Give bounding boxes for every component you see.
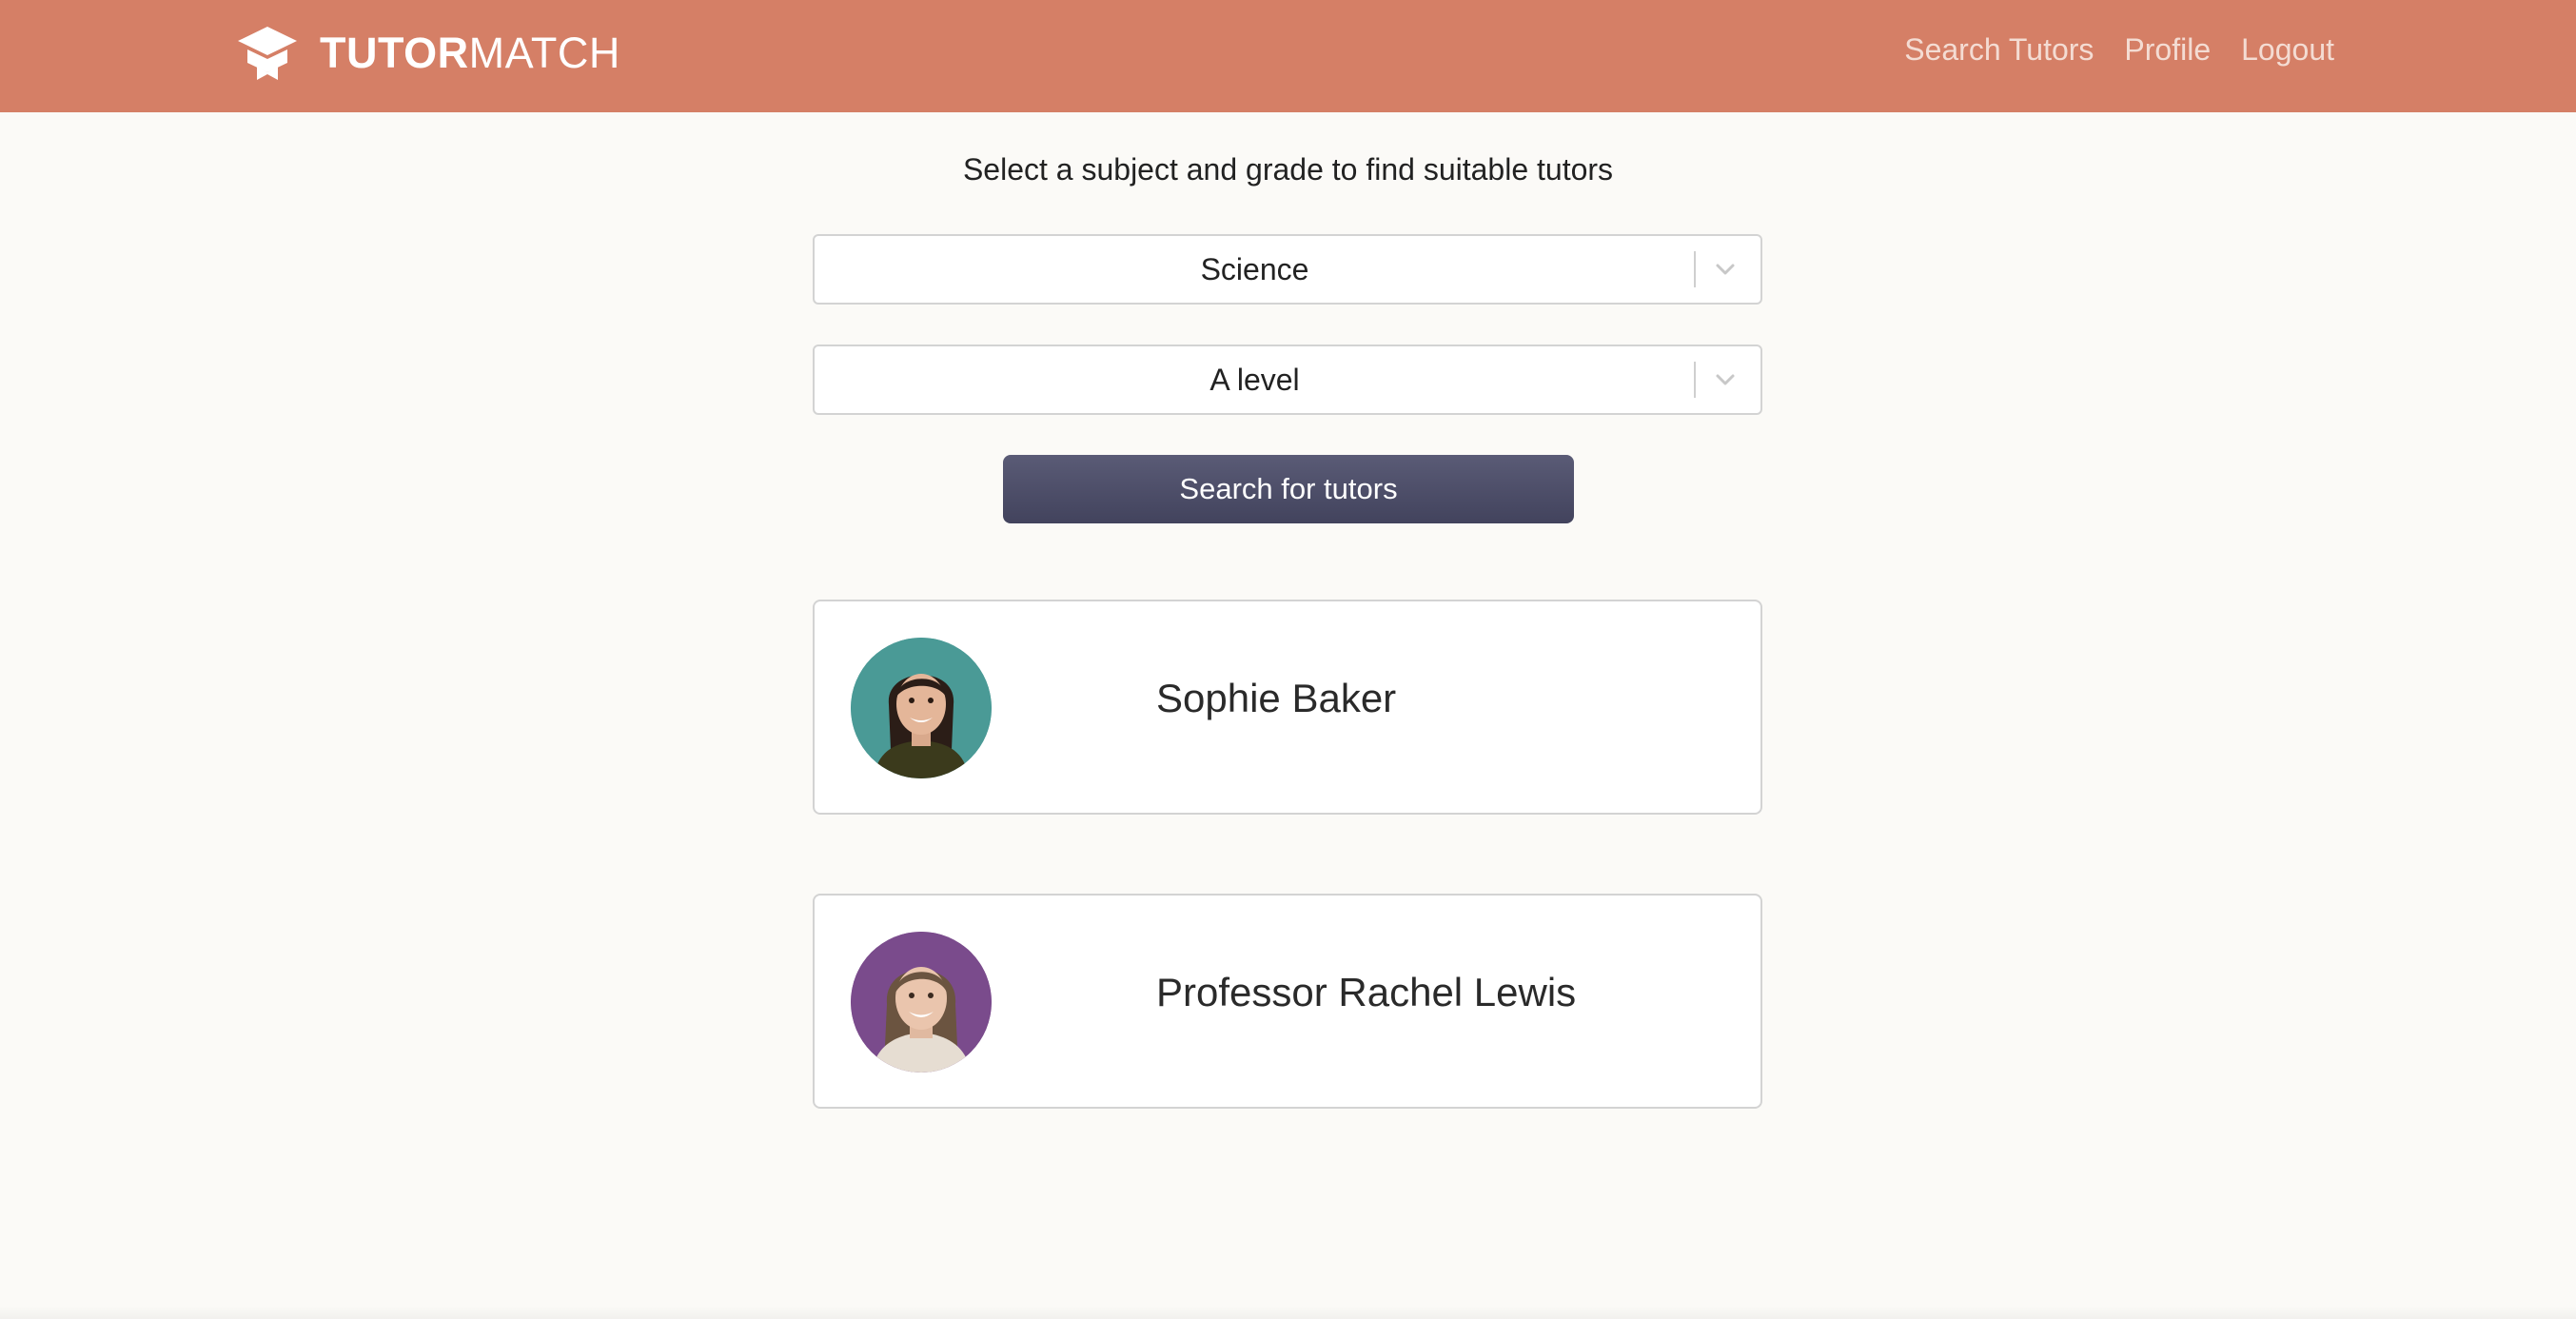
avatar (851, 638, 992, 778)
avatar (851, 932, 992, 1073)
brand-name-light: MATCH (468, 29, 620, 77)
main-nav: Search Tutors Profile Logout (1904, 32, 2334, 68)
tutor-name: Professor Rachel Lewis (1156, 970, 1577, 1014)
tutor-name: Sophie Baker (1156, 676, 1397, 720)
graduation-cap-icon (238, 27, 297, 80)
brand-name: TUTORMATCH (320, 29, 620, 78)
chevron-down-icon[interactable] (1709, 253, 1741, 285)
nav-profile[interactable]: Profile (2124, 32, 2211, 68)
grade-select[interactable]: A level (813, 345, 1762, 415)
brand-name-bold: TUTOR (320, 29, 469, 77)
select-divider (1694, 362, 1696, 398)
tutor-card[interactable]: Sophie Baker (813, 600, 1762, 815)
tutor-card[interactable]: Professor Rachel Lewis (813, 894, 1762, 1109)
subject-select[interactable]: Science (813, 234, 1762, 305)
brand-logo[interactable]: TUTORMATCH (236, 25, 620, 82)
tutor-portrait-image (851, 638, 992, 778)
nav-logout[interactable]: Logout (2241, 32, 2334, 68)
search-prompt: Select a subject and grade to find suita… (962, 152, 1614, 187)
grade-select-value: A level (1209, 363, 1300, 397)
chevron-down-icon[interactable] (1709, 364, 1741, 396)
page-bottom-edge (0, 1306, 2576, 1319)
top-navigation-bar: TUTORMATCH Search Tutors Profile Logout (0, 0, 2576, 112)
nav-search-tutors[interactable]: Search Tutors (1904, 32, 2094, 68)
search-tutors-button[interactable]: Search for tutors (1003, 455, 1574, 523)
select-divider (1694, 251, 1696, 287)
tutor-portrait-image (851, 932, 992, 1073)
subject-select-value: Science (1200, 252, 1309, 286)
